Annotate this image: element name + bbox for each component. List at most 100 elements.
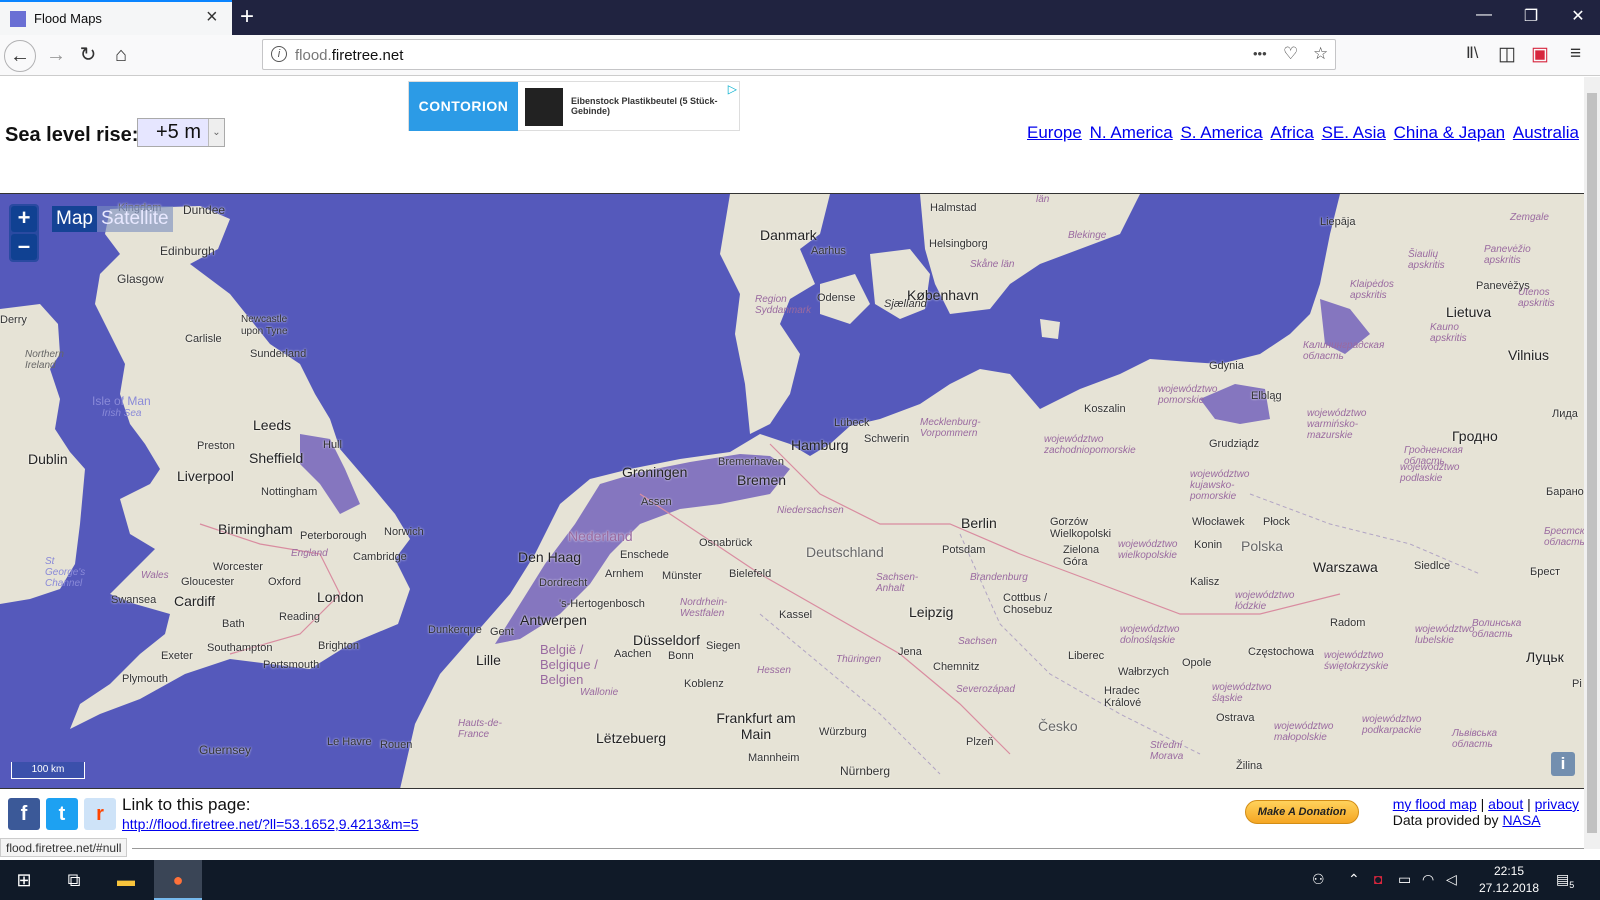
place-label: Peterborough [300, 530, 367, 542]
reddit-share-button[interactable]: r [84, 798, 116, 830]
restore-button[interactable]: ❐ [1511, 6, 1551, 26]
place-label: Dublin [28, 451, 68, 467]
place-label: Барано [1546, 486, 1584, 498]
place-label: Брест [1530, 566, 1560, 578]
extension-icon[interactable]: ▣ [1531, 43, 1549, 66]
task-view-icon[interactable]: ⧉ [50, 860, 98, 900]
place-label: Groningen [622, 464, 688, 480]
ad-product-image [525, 88, 563, 126]
minimize-button[interactable]: — [1464, 6, 1504, 24]
info-icon[interactable]: i [1551, 752, 1575, 776]
system-clock[interactable]: 22:15 27.12.2018 [1476, 863, 1542, 897]
pocket-icon[interactable]: ♡ [1283, 44, 1298, 64]
place-label: Konin [1194, 539, 1223, 551]
place-label: Žilina [1236, 760, 1263, 772]
place-label: Grudziądz [1209, 438, 1260, 450]
home-button[interactable]: ⌂ [105, 40, 137, 72]
adchoices-icon[interactable]: ▷ [728, 82, 737, 96]
place-label: Liepāja [1320, 216, 1356, 228]
region-link-europe[interactable]: Europe [1027, 123, 1082, 142]
site-info-icon[interactable]: i [271, 46, 287, 62]
region-label: Калининградская область [1303, 340, 1385, 362]
menu-icon[interactable]: ≡ [1570, 43, 1581, 65]
place-label: Mannheim [748, 752, 800, 764]
page-footer: f t r Link to this page: http://flood.fi… [0, 788, 1584, 838]
firefox-taskbar-icon[interactable]: ● [154, 860, 202, 900]
place-label: Sunderland [250, 348, 307, 360]
region-link-australia[interactable]: Australia [1513, 123, 1579, 142]
flood-map[interactable]: Dundee Edinburgh Glasgow Newcastle upon … [0, 193, 1584, 788]
region-label: województwo warmińsko-mazurskie [1307, 408, 1367, 441]
region-label: Волинська область [1472, 618, 1522, 640]
region-label: Deutschland [806, 544, 884, 560]
new-tab-button[interactable]: + [240, 3, 254, 31]
place-label: Münster [662, 570, 702, 582]
page-actions-icon[interactable]: ••• [1253, 46, 1267, 61]
satellite-layer-button[interactable]: Satellite [96, 206, 173, 232]
place-label: Norwich [384, 526, 424, 538]
scale-line: 100 km [11, 762, 85, 779]
region-link-south-america[interactable]: S. America [1180, 123, 1262, 142]
scrollbar[interactable] [1584, 77, 1600, 849]
back-button[interactable]: ← [4, 40, 36, 72]
zoom-out-button[interactable]: – [11, 234, 37, 260]
about-link[interactable]: about [1488, 796, 1523, 812]
twitter-share-button[interactable]: t [46, 798, 78, 830]
place-label: Sheffield [249, 450, 304, 466]
bookmark-star-icon[interactable]: ☆ [1313, 44, 1328, 64]
antivirus-icon[interactable]: ◘ [1374, 871, 1382, 887]
region-label: województwo pomorskie [1158, 384, 1218, 406]
windows-start-icon[interactable]: ⊞ [0, 860, 48, 900]
tab-flood-maps[interactable]: Flood Maps × [0, 0, 232, 35]
region-label: Klaipėdos apskritis [1350, 279, 1394, 301]
notification-center-icon[interactable]: ▤5 [1556, 871, 1574, 890]
url-text[interactable]: flood.firetree.net [295, 47, 403, 64]
file-explorer-icon[interactable]: ▬ [102, 860, 150, 900]
donate-button[interactable]: Make A Donation [1245, 800, 1359, 824]
place-label: Helsingborg [929, 238, 988, 250]
zoom-in-button[interactable]: + [11, 206, 37, 232]
wifi-icon[interactable]: ◠ [1422, 871, 1434, 888]
map-layer-button[interactable]: Map [52, 206, 97, 232]
sea-level-select[interactable]: +5 m ⌄ [137, 118, 225, 147]
my-flood-map-link[interactable]: my flood map [1393, 796, 1477, 812]
data-provided-label: Data provided by [1392, 812, 1499, 828]
region-link-north-america[interactable]: N. America [1090, 123, 1173, 142]
forward-button[interactable]: → [40, 40, 72, 72]
place-label: Osnabrück [699, 537, 753, 549]
ad-text: Eibenstock Plastikbeutel (5 Stück-Gebind… [571, 96, 718, 116]
library-icon[interactable]: Ⅱ\ [1466, 43, 1478, 63]
people-icon[interactable]: ⚇ [1312, 871, 1325, 888]
nasa-link[interactable]: NASA [1502, 812, 1540, 828]
window-close-button[interactable]: ✕ [1558, 6, 1598, 26]
sidebar-icon[interactable]: ◫ [1498, 43, 1516, 66]
privacy-link[interactable]: privacy [1535, 796, 1579, 812]
region-label: Thüringen [836, 654, 882, 665]
status-bar-url: flood.firetree.net/#null [0, 838, 128, 857]
region-link-china-japan[interactable]: China & Japan [1394, 123, 1506, 142]
region-link-se-asia[interactable]: SE. Asia [1322, 123, 1386, 142]
advertisement-banner[interactable]: CONTORION Eibenstock Plastikbeutel (5 St… [408, 81, 740, 131]
volume-icon[interactable]: ◁ [1446, 871, 1457, 888]
place-label: Włocławek [1192, 516, 1245, 528]
reload-button[interactable]: ↻ [72, 40, 104, 72]
scroll-thumb[interactable] [1587, 93, 1597, 833]
footer-links: my flood map | about | privacy Data prov… [1393, 796, 1579, 828]
facebook-share-button[interactable]: f [8, 798, 40, 830]
place-label: Gloucester [181, 576, 235, 588]
place-label: Cardiff [174, 593, 215, 609]
page-content: Sea level rise: +5 m ⌄ CONTORION Eibenst… [0, 77, 1584, 849]
region-label: województwo lubelskie [1415, 624, 1475, 646]
separator: | [1527, 796, 1531, 812]
close-icon[interactable]: × [206, 6, 218, 29]
place-label: Preston [197, 440, 235, 452]
place-label: Swansea [111, 594, 157, 606]
chevron-up-icon[interactable]: ⌃ [1348, 871, 1360, 888]
url-bar[interactable]: i flood.firetree.net ••• ♡ ☆ [262, 39, 1336, 70]
place-label: Plymouth [122, 673, 168, 685]
battery-icon[interactable]: ▭ [1398, 871, 1411, 888]
permalink-url[interactable]: http://flood.firetree.net/?ll=53.1652,9.… [122, 816, 419, 832]
region-label: województwo świętokrzyskie [1324, 650, 1389, 672]
region-link-africa[interactable]: Africa [1270, 123, 1313, 142]
map-canvas[interactable] [0, 194, 1584, 788]
